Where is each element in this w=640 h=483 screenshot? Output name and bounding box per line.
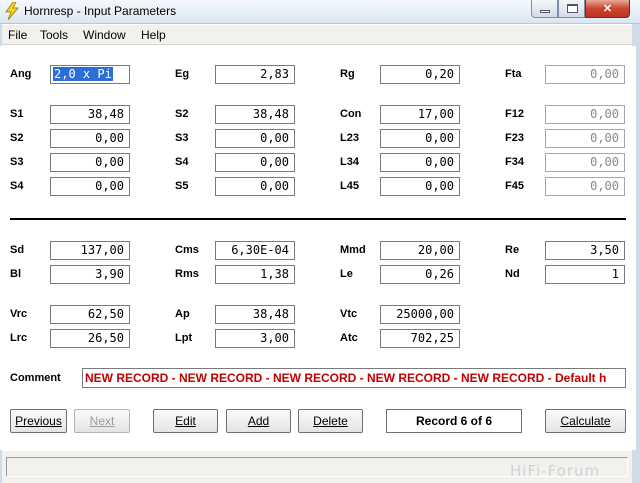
label-vtc: Vtc <box>340 308 358 320</box>
label-f12: F12 <box>505 108 524 120</box>
field-f23[interactable]: 0,00 <box>545 129 625 148</box>
label-comment: Comment <box>10 372 61 384</box>
comment-field[interactable]: NEW RECORD - NEW RECORD - NEW RECORD - N… <box>82 368 626 388</box>
label-eg: Eg <box>175 68 190 80</box>
delete-button[interactable]: Delete <box>298 409 363 433</box>
field-s2-horn1[interactable]: 38,48 <box>215 105 295 124</box>
field-s4-horn3[interactable]: 0,00 <box>215 153 295 172</box>
menu-file[interactable]: File <box>8 28 27 42</box>
field-s2[interactable]: 0,00 <box>50 129 130 148</box>
maximize-icon <box>567 4 578 13</box>
label-s3: S3 <box>10 156 24 168</box>
field-sd[interactable]: 137,00 <box>50 241 130 260</box>
label-bl: Bl <box>10 268 21 280</box>
field-vrc[interactable]: 62,50 <box>50 305 130 324</box>
field-vtc[interactable]: 25000,00 <box>380 305 460 324</box>
field-ang-value: 2,0 x Pi <box>53 67 113 81</box>
field-le[interactable]: 0,26 <box>380 265 460 284</box>
previous-button[interactable]: Previous <box>10 409 67 433</box>
close-icon: ✕ <box>602 3 613 15</box>
label-rg: Rg <box>340 68 355 80</box>
record-indicator: Record 6 of 6 <box>386 409 522 433</box>
label-ang: Ang <box>10 68 32 80</box>
label-cms: Cms <box>175 244 199 256</box>
field-f45[interactable]: 0,00 <box>545 177 625 196</box>
label-nd: Nd <box>505 268 520 280</box>
calculate-button[interactable]: Calculate <box>545 409 626 433</box>
window-title: Hornresp - Input Parameters <box>24 4 177 18</box>
field-s3-horn2[interactable]: 0,00 <box>215 129 295 148</box>
field-bl[interactable]: 3,90 <box>50 265 130 284</box>
next-button[interactable]: Next <box>74 409 130 433</box>
menu-help[interactable]: Help <box>141 28 166 42</box>
label-l45: L45 <box>340 180 359 192</box>
label-s2-horn1: S2 <box>175 108 189 120</box>
edit-button[interactable]: Edit <box>153 409 218 433</box>
field-cms[interactable]: 6,30E-04 <box>215 241 295 260</box>
field-nd[interactable]: 1 <box>545 265 625 284</box>
close-button[interactable]: ✕ <box>585 0 630 18</box>
menu-bar: File Tools Window Help <box>0 25 640 45</box>
input-parameters-form: Ang 2,0 x Pi Eg 2,83 Rg 0,20 Fta 0,00 S1… <box>0 46 636 450</box>
label-re: Re <box>505 244 520 256</box>
field-f34[interactable]: 0,00 <box>545 153 625 172</box>
label-atc: Atc <box>340 332 358 344</box>
field-fta[interactable]: 0,00 <box>545 65 625 84</box>
label-f34: F34 <box>505 156 524 168</box>
label-mmd: Mmd <box>340 244 366 256</box>
label-lrc: Lrc <box>10 332 28 344</box>
label-s5: S5 <box>175 180 189 192</box>
label-lpt: Lpt <box>175 332 193 344</box>
label-s4-horn3: S4 <box>175 156 189 168</box>
label-f45: F45 <box>505 180 524 192</box>
field-l34[interactable]: 0,00 <box>380 153 460 172</box>
label-fta: Fta <box>505 68 522 80</box>
label-ap: Ap <box>175 308 190 320</box>
label-con: Con <box>340 108 362 120</box>
field-s3[interactable]: 0,00 <box>50 153 130 172</box>
field-ang[interactable]: 2,0 x Pi <box>50 65 130 84</box>
lightning-bolt-icon <box>5 2 19 20</box>
field-atc[interactable]: 702,25 <box>380 329 460 348</box>
label-s1: S1 <box>10 108 24 120</box>
field-lrc[interactable]: 26,50 <box>50 329 130 348</box>
label-s3-horn2: S3 <box>175 132 189 144</box>
field-rms[interactable]: 1,38 <box>215 265 295 284</box>
title-bar[interactable]: Hornresp - Input Parameters ✕ <box>0 0 640 24</box>
label-f23: F23 <box>505 132 524 144</box>
label-sd: Sd <box>10 244 25 256</box>
field-lpt[interactable]: 3,00 <box>215 329 295 348</box>
section-divider <box>10 218 626 220</box>
label-rms: Rms <box>175 268 199 280</box>
label-vrc: Vrc <box>10 308 28 320</box>
field-re[interactable]: 3,50 <box>545 241 625 260</box>
field-f12[interactable]: 0,00 <box>545 105 625 124</box>
field-l23[interactable]: 0,00 <box>380 129 460 148</box>
field-mmd[interactable]: 20,00 <box>380 241 460 260</box>
label-l23: L23 <box>340 132 359 144</box>
minimize-button[interactable] <box>531 0 558 18</box>
maximize-button[interactable] <box>558 0 585 18</box>
label-s4: S4 <box>10 180 24 192</box>
field-ap[interactable]: 38,48 <box>215 305 295 324</box>
label-s2: S2 <box>10 132 24 144</box>
label-le: Le <box>340 268 353 280</box>
field-s4[interactable]: 0,00 <box>50 177 130 196</box>
menu-window[interactable]: Window <box>83 28 126 42</box>
field-s1[interactable]: 38,48 <box>50 105 130 124</box>
field-s5[interactable]: 0,00 <box>215 177 295 196</box>
menu-tools[interactable]: Tools <box>40 28 68 42</box>
field-rg[interactable]: 0,20 <box>380 65 460 84</box>
watermark: HiFi-Forum <box>510 462 601 480</box>
field-eg[interactable]: 2,83 <box>215 65 295 84</box>
minimize-icon <box>540 10 550 13</box>
label-l34: L34 <box>340 156 359 168</box>
add-button[interactable]: Add <box>226 409 291 433</box>
field-con[interactable]: 17,00 <box>380 105 460 124</box>
field-l45[interactable]: 0,00 <box>380 177 460 196</box>
